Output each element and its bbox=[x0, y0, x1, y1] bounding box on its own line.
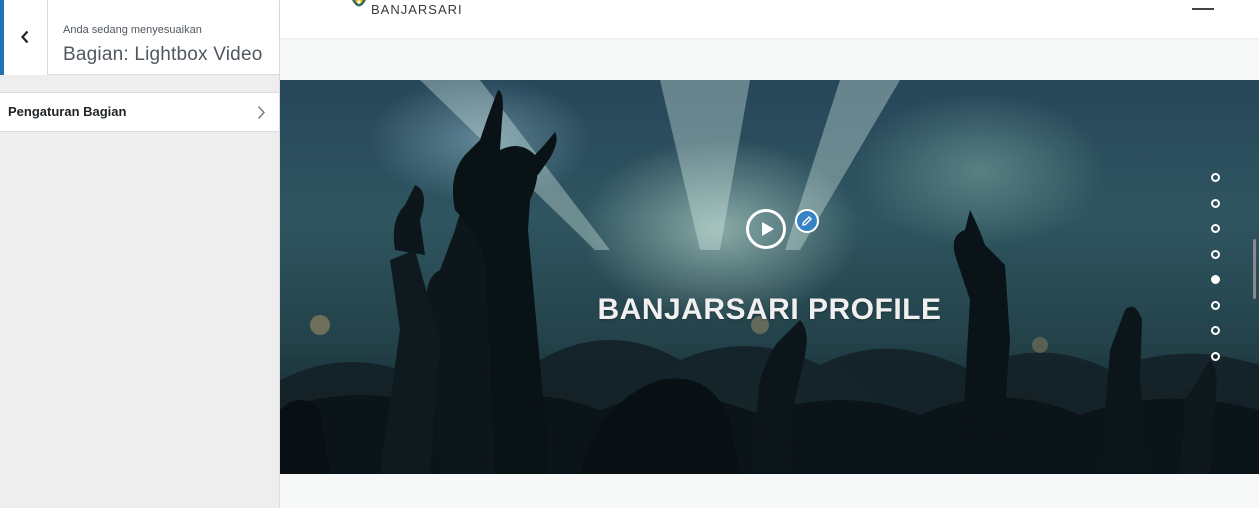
section-header: Anda sedang menyesuaikan Bagian: Lightbo… bbox=[0, 0, 279, 75]
site-name[interactable]: BANJARSARI bbox=[371, 3, 463, 16]
video-lightbox-section: BANJARSARI PROFILE bbox=[280, 80, 1259, 474]
play-icon bbox=[762, 222, 774, 236]
site-preview: BANJARSARI BANJARSARI PROFILE bbox=[280, 0, 1259, 508]
slider-dot[interactable] bbox=[1211, 224, 1220, 233]
site-header: BANJARSARI bbox=[280, 0, 1259, 38]
customizing-label: Anda sedang menyesuaikan bbox=[63, 24, 202, 36]
edit-shortcut-button[interactable] bbox=[795, 209, 819, 233]
logo-icon bbox=[352, 0, 366, 7]
chevron-left-icon bbox=[21, 30, 29, 44]
hero-title: BANJARSARI PROFILE bbox=[597, 293, 942, 326]
hamburger-icon[interactable] bbox=[1192, 8, 1214, 10]
slider-dot-active[interactable] bbox=[1211, 275, 1220, 284]
concert-crowd-image bbox=[280, 80, 1259, 474]
slider-dot[interactable] bbox=[1211, 249, 1220, 259]
slider-dot[interactable] bbox=[1211, 173, 1220, 182]
slider-dot[interactable] bbox=[1211, 351, 1220, 361]
slider-dot[interactable] bbox=[1211, 326, 1220, 335]
back-button[interactable] bbox=[0, 0, 48, 75]
sidebar-item-label: Pengaturan Bagian bbox=[8, 104, 127, 119]
scrollbar[interactable] bbox=[1253, 239, 1256, 299]
section-title: Bagian: Lightbox Video bbox=[63, 44, 263, 65]
slider-dot[interactable] bbox=[1211, 300, 1220, 310]
chevron-right-icon bbox=[257, 105, 266, 120]
pencil-icon bbox=[802, 216, 812, 226]
slider-dots bbox=[1211, 173, 1223, 377]
sidebar-item-pengaturan-bagian[interactable]: Pengaturan Bagian bbox=[0, 92, 279, 132]
slider-dot[interactable] bbox=[1211, 198, 1220, 208]
play-video-button[interactable] bbox=[746, 209, 786, 249]
customizer-sidebar: Anda sedang menyesuaikan Bagian: Lightbo… bbox=[0, 0, 280, 508]
